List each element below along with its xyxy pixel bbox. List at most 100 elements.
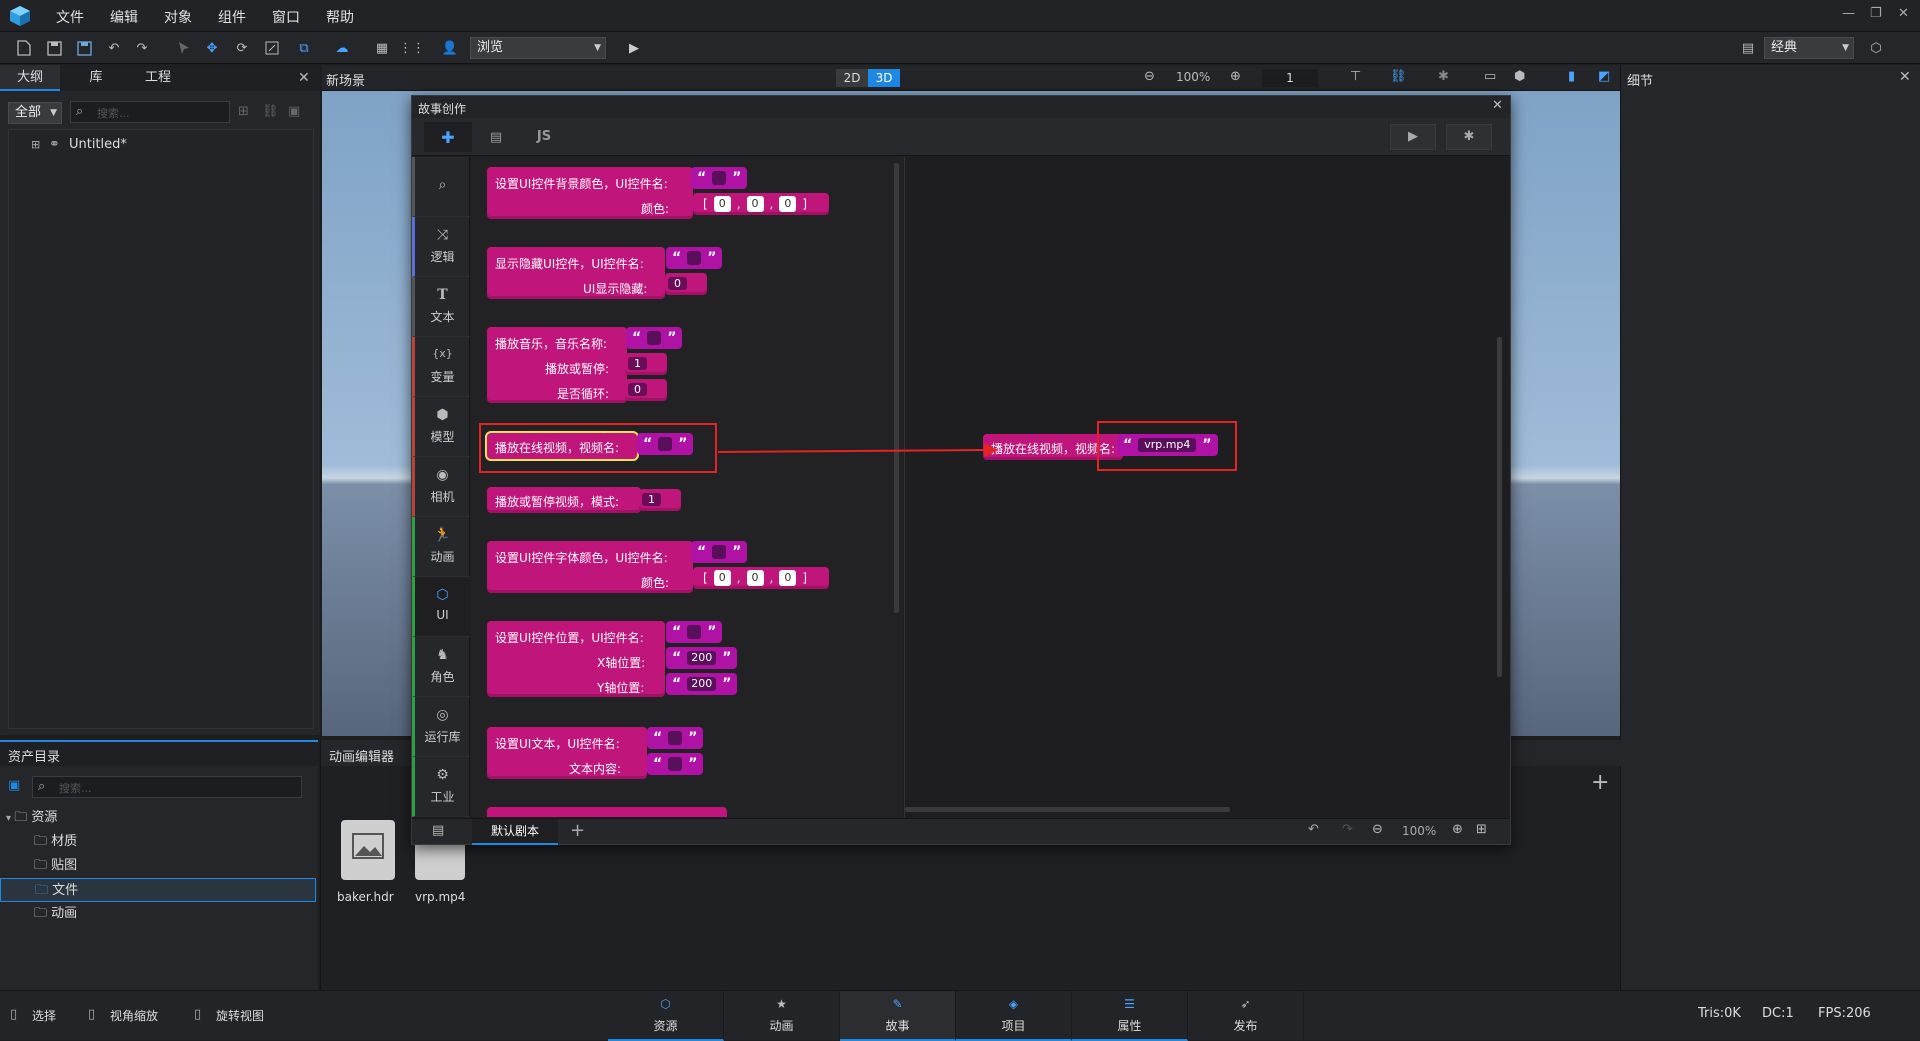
script-list-icon[interactable]: ▤ [432, 823, 444, 838]
layout-icon[interactable]: ▤ [1736, 36, 1760, 60]
outline-search-input[interactable]: ⌕ 搜索... [70, 101, 230, 123]
menu-object[interactable]: 对象 [164, 7, 192, 27]
color-g-value[interactable]: 0 [746, 570, 764, 586]
block-set-ui-font-color[interactable]: 设置UI控件字体颜色，UI控件名: 颜色: [487, 541, 693, 593]
blocks-tab-icon[interactable]: ✚ [424, 122, 472, 152]
y-position-input[interactable]: “200” [666, 673, 738, 695]
tree-row-files[interactable]: 🗀 文件 [0, 878, 316, 902]
add-icon[interactable]: + [1591, 770, 1609, 795]
bug-icon[interactable]: ✱ [1438, 69, 1449, 84]
tree-row-animation[interactable]: 🗀 动画 [34, 902, 77, 926]
string-input[interactable]: “” [691, 167, 748, 189]
block-workspace[interactable]: 播放在线视频，视频名: “vrp.mp4” [904, 157, 1510, 817]
bottom-tab-properties[interactable]: ☰ 属性 [1072, 991, 1188, 1041]
category-library[interactable]: ◎ 运行库 [412, 697, 470, 757]
loop-dropdown[interactable]: 0 [628, 383, 647, 396]
cube-icon[interactable]: ⬢ [1514, 69, 1525, 84]
run-icon[interactable]: ▶ [1390, 124, 1436, 150]
play-icon[interactable]: ▶ [622, 36, 646, 60]
align-top-icon[interactable]: ⊤ [1350, 69, 1361, 84]
close-icon[interactable]: ✕ [1492, 98, 1503, 113]
bottom-tab-publish[interactable]: ➶ 发布 [1188, 991, 1304, 1041]
color-r-value[interactable]: 0 [713, 196, 731, 212]
mode-2d-button[interactable]: 2D [836, 69, 868, 87]
category-character[interactable]: ♞ 角色 [412, 637, 470, 697]
new-file-icon[interactable] [12, 36, 36, 60]
string-input[interactable]: “” [666, 247, 723, 269]
block-set-ui-bg-color[interactable]: 设置UI控件背景颜色，UI控件名: 颜色: [487, 167, 693, 219]
hdr-file-icon[interactable] [341, 820, 395, 880]
view-mode-select[interactable]: 浏览 ▼ [470, 37, 606, 59]
tree-root-label[interactable]: Untitled* [69, 137, 127, 152]
string-input[interactable]: “” [691, 541, 748, 563]
move-tool-icon[interactable]: ✥ [200, 36, 224, 60]
redo-icon[interactable]: ↷ [1342, 822, 1353, 837]
transform-space-icon[interactable]: ⧉ [292, 36, 316, 60]
color-b-value[interactable]: 0 [779, 196, 797, 212]
tab-js[interactable]: JS [520, 122, 568, 152]
link-view-icon[interactable]: ⛓ [1390, 69, 1407, 84]
tab-default-script[interactable]: 默认剧本 [472, 819, 558, 845]
snap-grid-icon[interactable]: ⋮⋮ [399, 36, 425, 60]
color-input[interactable]: [0, 0, 0] [693, 567, 829, 589]
restore-icon[interactable]: ❐ [1870, 6, 1882, 21]
menu-component[interactable]: 组件 [218, 7, 246, 27]
bottom-tab-story[interactable]: ✎ 故事 [840, 991, 956, 1041]
tab-project[interactable]: 工程 [128, 65, 188, 91]
menu-help[interactable]: 帮助 [326, 7, 354, 27]
zoom-in-icon[interactable]: ⊕ [1452, 822, 1463, 837]
tree-row-textures[interactable]: 🗀 贴图 [34, 854, 77, 878]
link-icon[interactable]: ⛓ [262, 104, 279, 119]
color-b-value[interactable]: 0 [779, 570, 797, 586]
grid-icon[interactable]: ▦ [370, 36, 394, 60]
x-position-value[interactable]: 200 [687, 651, 717, 665]
add-icon[interactable]: + [570, 820, 585, 841]
scale-tool-icon[interactable] [260, 36, 284, 60]
tree-row-materials[interactable]: 🗀 材质 [34, 830, 77, 854]
settings-hex-icon[interactable]: ⬡ [1864, 36, 1888, 60]
zoom-out-icon[interactable]: ⊖ [1144, 69, 1155, 84]
color-g-value[interactable]: 0 [746, 196, 764, 212]
scene-tab-icon[interactable]: ▤ [474, 122, 518, 152]
save-all-icon[interactable] [72, 36, 96, 60]
camera-icon[interactable]: ▭ [1484, 69, 1496, 84]
category-animation[interactable]: 🏃 动画 [412, 517, 470, 577]
redo-icon[interactable]: ↷ [130, 36, 154, 60]
zoom-out-icon[interactable]: ⊖ [1372, 822, 1383, 837]
color-r-value[interactable]: 0 [713, 570, 731, 586]
gradient-icon[interactable]: ◩ [1598, 69, 1610, 84]
category-text[interactable]: T 文本 [412, 277, 470, 337]
block-play-pause-video[interactable]: 播放或暂停视频，模式: [487, 487, 641, 513]
zoom-in-icon[interactable]: ⊕ [1230, 69, 1241, 84]
y-position-value[interactable]: 200 [687, 677, 717, 691]
string-input[interactable]: “” [666, 621, 723, 643]
block-show-hide-ui[interactable]: 显示隐藏UI控件，UI控件名: UI显示隐藏: [487, 247, 665, 299]
add-node-icon[interactable]: ⊞ [238, 104, 249, 119]
category-ui[interactable]: ⬡ UI [412, 577, 470, 637]
mode-3d-button[interactable]: 3D [868, 69, 900, 87]
delete-icon[interactable]: ▣ [288, 104, 300, 119]
category-logic[interactable]: ⤨ 逻辑 [412, 217, 470, 277]
minimize-icon[interactable]: — [1842, 6, 1855, 21]
play-pause-dropdown[interactable]: 1 [628, 357, 647, 370]
block-set-ui-text[interactable]: 设置UI文本，UI控件名: 文本内容: [487, 727, 647, 779]
category-search[interactable]: ⌕ [412, 157, 470, 217]
menu-window[interactable]: 窗口 [272, 7, 300, 27]
workspace-hscrollbar[interactable] [905, 807, 1230, 812]
close-icon[interactable]: ✕ [298, 70, 310, 86]
anim-title[interactable]: 动画编辑器 [329, 746, 394, 765]
block-partial[interactable] [487, 807, 727, 817]
close-icon[interactable]: ✕ [1899, 69, 1911, 85]
layout-mode-select[interactable]: 经典 ▼ [1764, 37, 1854, 59]
close-icon[interactable]: ✕ [1898, 6, 1909, 21]
save-icon[interactable] [42, 36, 66, 60]
bottom-tab-project[interactable]: ◈ 项目 [956, 991, 1072, 1041]
lock-icon[interactable]: ▮ [1568, 69, 1575, 84]
undo-icon[interactable]: ↶ [102, 36, 126, 60]
category-model[interactable]: ⬢ 模型 [412, 397, 470, 457]
tree-row-resources[interactable]: ▾ 🗀 资源 [6, 806, 57, 830]
undo-icon[interactable]: ↶ [1308, 822, 1319, 837]
flyout-scrollbar[interactable] [894, 163, 899, 613]
bottom-tab-animation[interactable]: ★ 动画 [724, 991, 840, 1041]
fit-view-icon[interactable]: ⊞ [1476, 822, 1487, 837]
